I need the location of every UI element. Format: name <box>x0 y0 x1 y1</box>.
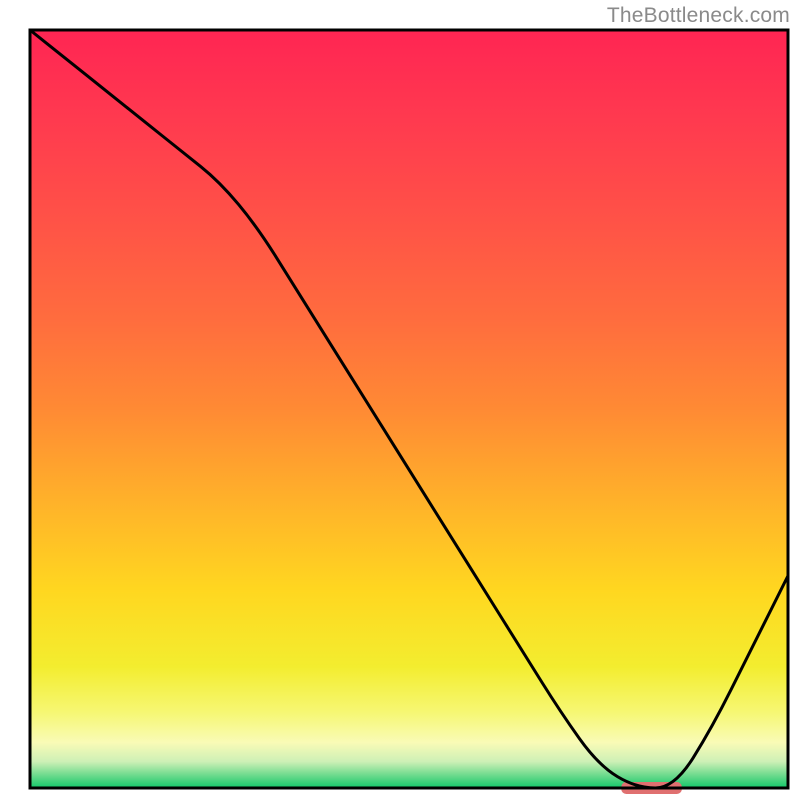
bottleneck-chart <box>0 0 800 800</box>
watermark-text: TheBottleneck.com <box>607 4 790 28</box>
plot-background <box>30 30 788 788</box>
